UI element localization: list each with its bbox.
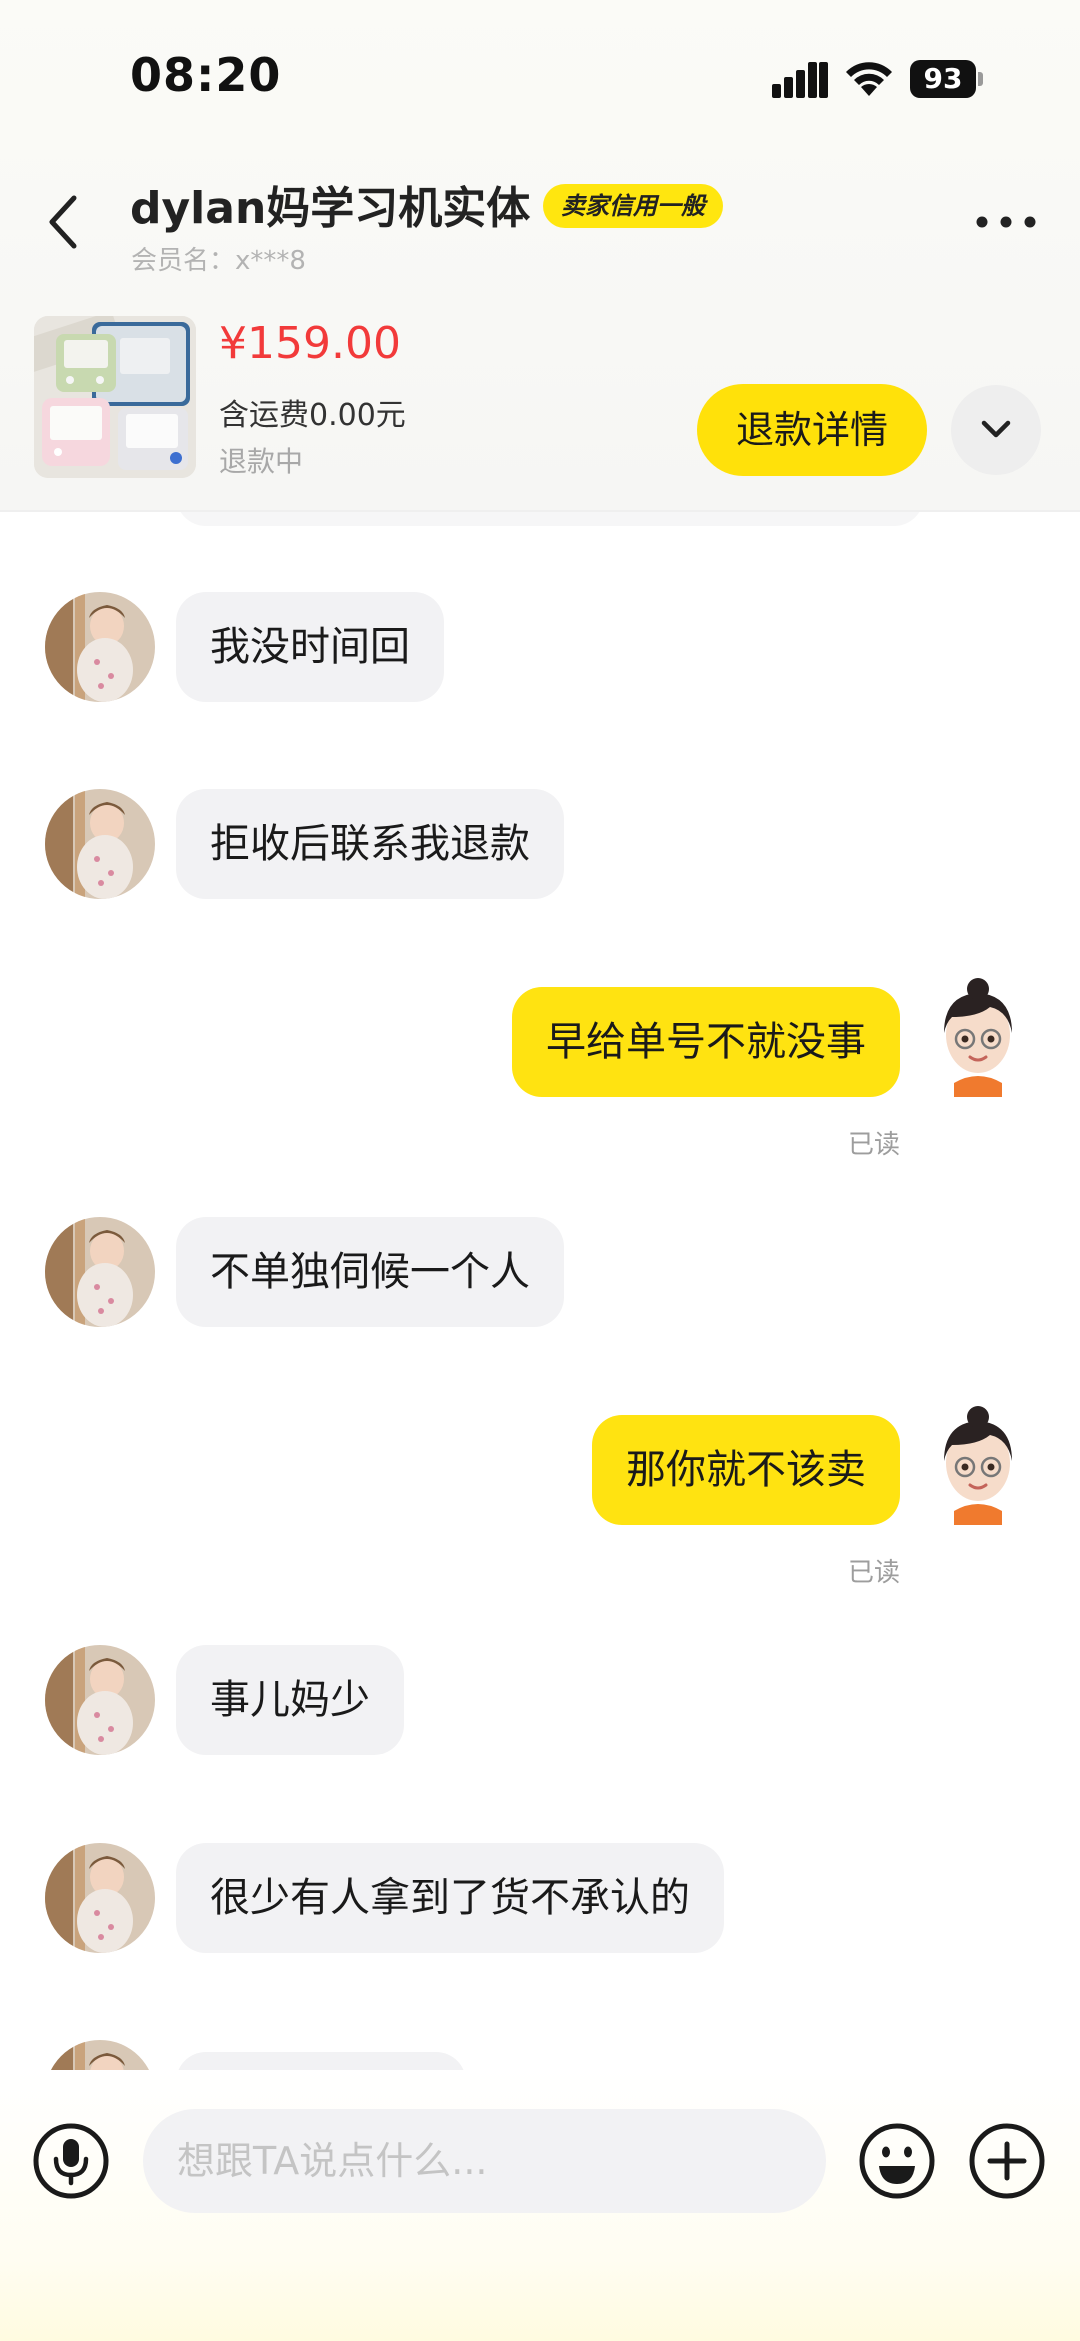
- microphone-icon[interactable]: [32, 2122, 110, 2200]
- seller-avatar-image: [45, 2040, 155, 2070]
- wifi-icon: [846, 62, 892, 96]
- user-avatar[interactable]: [918, 977, 1038, 1097]
- product-thumbnail[interactable]: [34, 316, 196, 478]
- seller-avatar[interactable]: [45, 1645, 155, 1755]
- user-avatar[interactable]: [918, 1405, 1038, 1525]
- battery-level: 93: [910, 60, 976, 98]
- user-avatar-image: [944, 1406, 1012, 1525]
- member-name: 会员名：x***8: [131, 246, 306, 276]
- status-bar: 08:20 93: [0, 0, 1080, 150]
- seller-avatar[interactable]: [45, 2040, 155, 2070]
- credit-badge: 卖家信用一般: [543, 184, 723, 228]
- message-bubble[interactable]: 很少有人拿到了货不承认的: [176, 1843, 724, 1953]
- read-receipt: 已读: [847, 1558, 900, 1588]
- read-receipt: 已读: [847, 1130, 900, 1160]
- previous-message-fragment: [176, 512, 924, 526]
- refund-status: 退款中: [219, 445, 304, 478]
- shipping-fee: 含运费0.00元: [219, 398, 406, 433]
- status-time: 08:20: [130, 48, 282, 102]
- message-bubble[interactable]: 我没时间回: [176, 592, 444, 702]
- seller-avatar-image: [45, 1843, 155, 1953]
- product-price: ¥159.00: [219, 318, 401, 369]
- seller-avatar[interactable]: [45, 789, 155, 899]
- seller-avatar-image: [45, 789, 155, 899]
- seller-avatar[interactable]: [45, 592, 155, 702]
- user-avatar-image: [944, 978, 1012, 1097]
- emoji-icon[interactable]: [858, 2122, 936, 2200]
- message-bubble-outgoing[interactable]: 早给单号不就没事: [512, 987, 900, 1097]
- message-input[interactable]: 想跟TA说点什么...: [143, 2109, 826, 2213]
- message-bubble[interactable]: 不单独伺候一个人: [176, 1217, 564, 1327]
- seller-avatar[interactable]: [45, 1843, 155, 1953]
- seller-avatar-image: [45, 1645, 155, 1755]
- message-bubble[interactable]: 事儿妈少: [176, 1645, 404, 1755]
- chat-list[interactable]: 我没时间回 拒收后联系我退款 早给单号不就没事 已读 不单独伺候一个人 那你就不…: [0, 512, 1080, 2070]
- seller-avatar-image: [45, 592, 155, 702]
- chevron-down-icon: [981, 420, 1011, 438]
- back-icon[interactable]: [40, 192, 86, 252]
- refund-details-button[interactable]: 退款详情: [697, 384, 927, 476]
- message-bubble[interactable]: 拒收后联系我退款: [176, 789, 564, 899]
- expand-button[interactable]: [951, 385, 1041, 475]
- more-icon[interactable]: [974, 212, 1038, 232]
- battery-icon: 93: [910, 60, 983, 98]
- plus-icon[interactable]: [968, 2122, 1046, 2200]
- message-bubble-outgoing[interactable]: 那你就不该卖: [592, 1415, 900, 1525]
- battery-cap: [978, 72, 983, 86]
- message-bubble-fragment: [176, 2052, 466, 2070]
- product-image: [34, 316, 196, 478]
- signal-icon: [772, 62, 828, 98]
- shop-title[interactable]: dylan妈学习机实体: [130, 172, 530, 236]
- seller-avatar-image: [45, 1217, 155, 1327]
- seller-avatar[interactable]: [45, 1217, 155, 1327]
